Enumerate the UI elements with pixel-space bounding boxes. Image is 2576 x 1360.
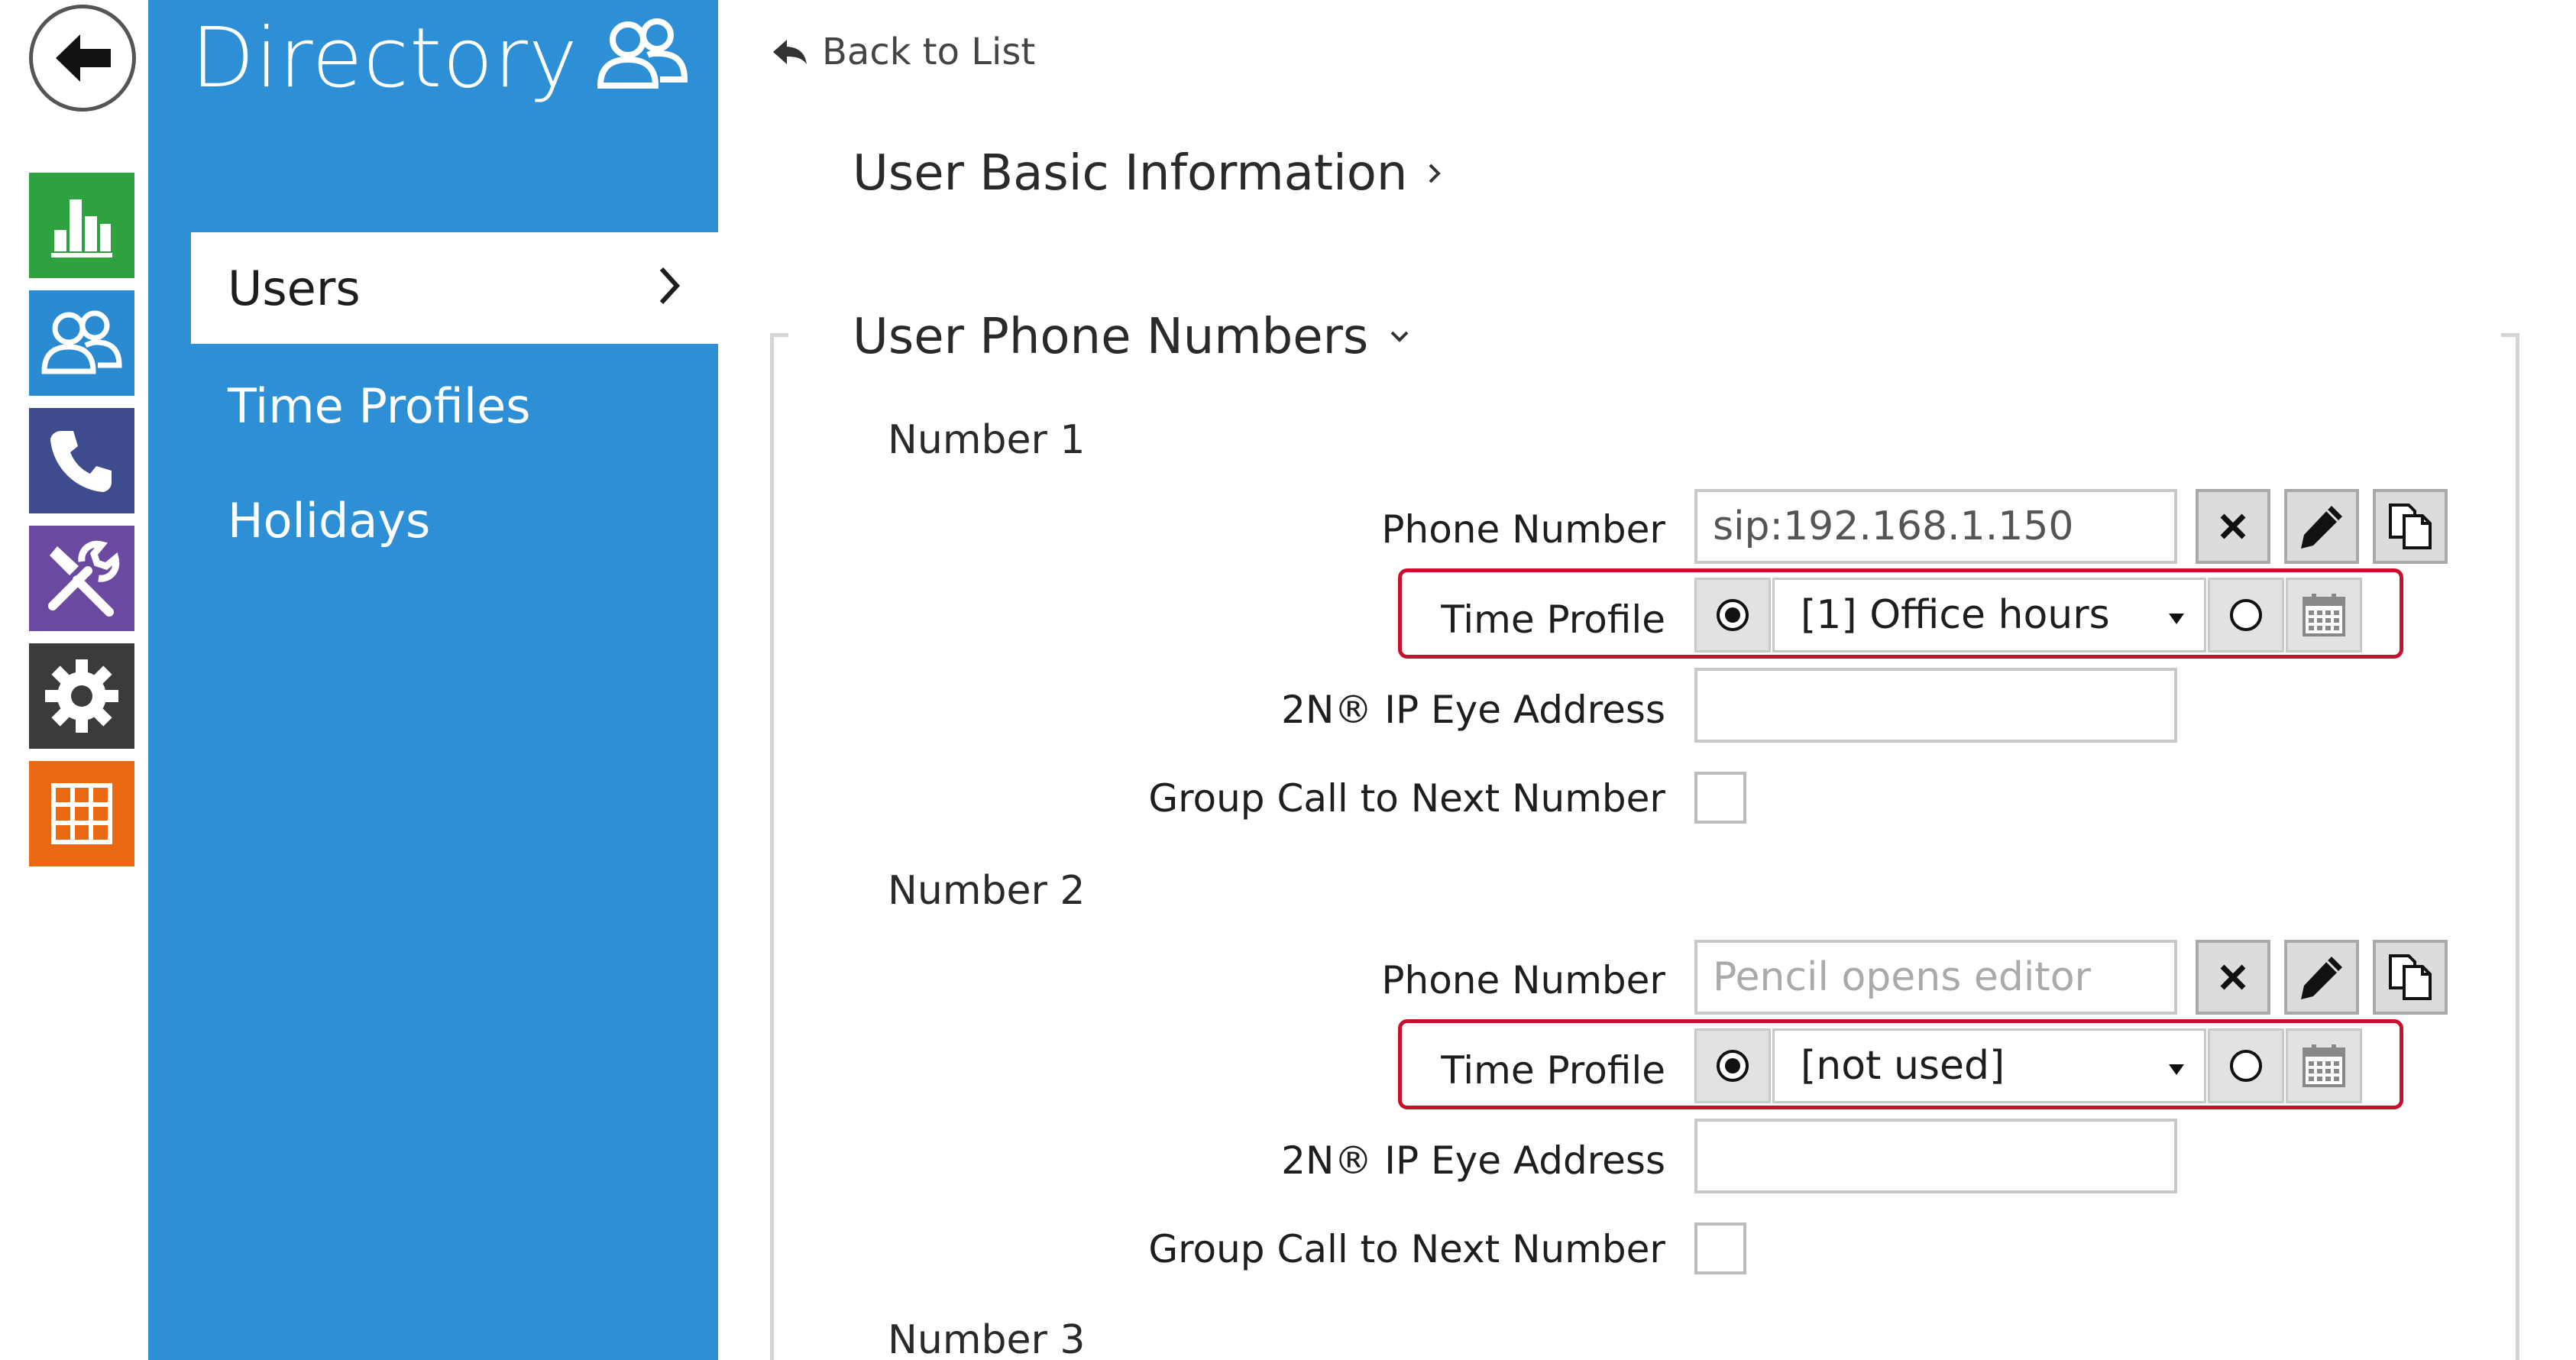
- status-tile[interactable]: [29, 173, 134, 278]
- eye-address-label: 2N® IP Eye Address: [1281, 1138, 1665, 1183]
- phone-number-label: Phone Number: [1381, 507, 1665, 552]
- bar-chart-icon: [51, 199, 112, 257]
- back-to-list-label: Back to List: [822, 31, 1036, 73]
- time-profile-value: [1] Office hours: [1801, 592, 2110, 638]
- chevron-down-icon: [1390, 331, 1409, 342]
- grid-icon: [51, 783, 112, 844]
- dropdown-arrow-icon: [2169, 614, 2184, 624]
- nav-item-label: Holidays: [228, 492, 431, 549]
- radio-selected-icon: [1717, 1050, 1749, 1082]
- tools-icon: [48, 540, 120, 617]
- phone-icon: [50, 431, 112, 492]
- group-call-label: Group Call to Next Number: [1148, 1227, 1665, 1271]
- nav-item-label: Time Profiles: [228, 377, 531, 434]
- users-icon: [594, 15, 689, 95]
- time-profile-radio-list-2[interactable]: [1694, 1028, 1771, 1103]
- time-profile-select-2[interactable]: [not used]: [1772, 1028, 2206, 1103]
- group-call-checkbox-1[interactable]: [1694, 772, 1746, 824]
- users-icon: [41, 310, 122, 374]
- section-title: User Basic Information: [853, 145, 1408, 202]
- number-3-heading: Number 3: [888, 1317, 1086, 1360]
- copy-icon: [2389, 954, 2432, 1000]
- clear-button-2[interactable]: [2196, 940, 2270, 1015]
- eye-address-label: 2N® IP Eye Address: [1281, 688, 1665, 732]
- chevron-right-icon: [659, 267, 681, 305]
- close-icon: [2220, 513, 2246, 539]
- nav-item-holidays[interactable]: Holidays: [191, 465, 718, 576]
- eye-address-input-2[interactable]: [1694, 1119, 2177, 1193]
- group-call-label: Group Call to Next Number: [1148, 776, 1665, 821]
- hardware-tile[interactable]: [29, 526, 134, 631]
- main-content: Back to List User Basic Information User…: [718, 0, 2576, 1360]
- directory-nav: Directory Users Time Profiles Holidays: [148, 0, 718, 1360]
- time-profile-radio-calendar-1[interactable]: [2208, 578, 2284, 652]
- nav-title: Directory: [191, 11, 578, 106]
- nav-item-users[interactable]: Users: [191, 232, 718, 344]
- calendar-icon: [2303, 1044, 2345, 1087]
- back-to-list-link[interactable]: Back to List: [772, 31, 1035, 73]
- copy-icon: [2389, 504, 2432, 549]
- back-button[interactable]: [29, 5, 136, 112]
- radio-selected-icon: [1717, 599, 1749, 631]
- nav-item-label: Users: [228, 260, 361, 316]
- eye-address-input-1[interactable]: [1694, 668, 2177, 743]
- copy-button-1[interactable]: [2373, 489, 2448, 564]
- pencil-icon: [2301, 957, 2342, 999]
- time-profile-value: [not used]: [1801, 1043, 2005, 1089]
- edit-button-1[interactable]: [2284, 489, 2359, 564]
- number-1-heading: Number 1: [888, 417, 1086, 463]
- icon-rail: [0, 0, 148, 1360]
- radio-unselected-icon: [2230, 1050, 2262, 1082]
- time-profile-radio-calendar-2[interactable]: [2208, 1028, 2284, 1103]
- section-title: User Phone Numbers: [853, 309, 1369, 365]
- back-arrow-icon: [56, 34, 111, 82]
- copy-button-2[interactable]: [2373, 940, 2448, 1015]
- phone-number-label: Phone Number: [1381, 958, 1665, 1002]
- edit-button-2[interactable]: [2284, 940, 2359, 1015]
- time-profile-select-1[interactable]: [1] Office hours: [1772, 578, 2206, 652]
- time-profile-label: Time Profile: [1441, 597, 1665, 642]
- section-user-phone-numbers[interactable]: User Phone Numbers: [853, 309, 1411, 365]
- dropdown-arrow-icon: [2169, 1064, 2184, 1075]
- section-user-basic-information[interactable]: User Basic Information: [853, 145, 1442, 202]
- close-icon: [2220, 964, 2246, 990]
- calls-tile[interactable]: [29, 408, 134, 513]
- services-tile[interactable]: [29, 643, 134, 749]
- system-tile[interactable]: [29, 761, 134, 866]
- directory-tile[interactable]: [29, 290, 134, 396]
- time-profile-radio-list-1[interactable]: [1694, 578, 1771, 652]
- phone-number-input-1[interactable]: sip:192.168.1.150: [1694, 489, 2177, 564]
- gear-icon: [45, 659, 118, 733]
- clear-button-1[interactable]: [2196, 489, 2270, 564]
- group-call-checkbox-2[interactable]: [1694, 1222, 1746, 1274]
- phone-number-input-2[interactable]: Pencil opens editor: [1694, 940, 2177, 1015]
- calendar-icon: [2303, 594, 2345, 636]
- nav-item-time-profiles[interactable]: Time Profiles: [191, 350, 718, 461]
- time-profile-label: Time Profile: [1441, 1048, 1665, 1093]
- radio-unselected-icon: [2230, 599, 2262, 631]
- phone-numbers-panel: [770, 333, 2519, 1360]
- pencil-icon: [2301, 506, 2342, 549]
- calendar-button-1[interactable]: [2286, 578, 2362, 652]
- reply-arrow-icon: [773, 40, 807, 64]
- calendar-button-2[interactable]: [2286, 1028, 2362, 1103]
- number-2-heading: Number 2: [888, 868, 1086, 914]
- chevron-right-icon: [1429, 164, 1442, 183]
